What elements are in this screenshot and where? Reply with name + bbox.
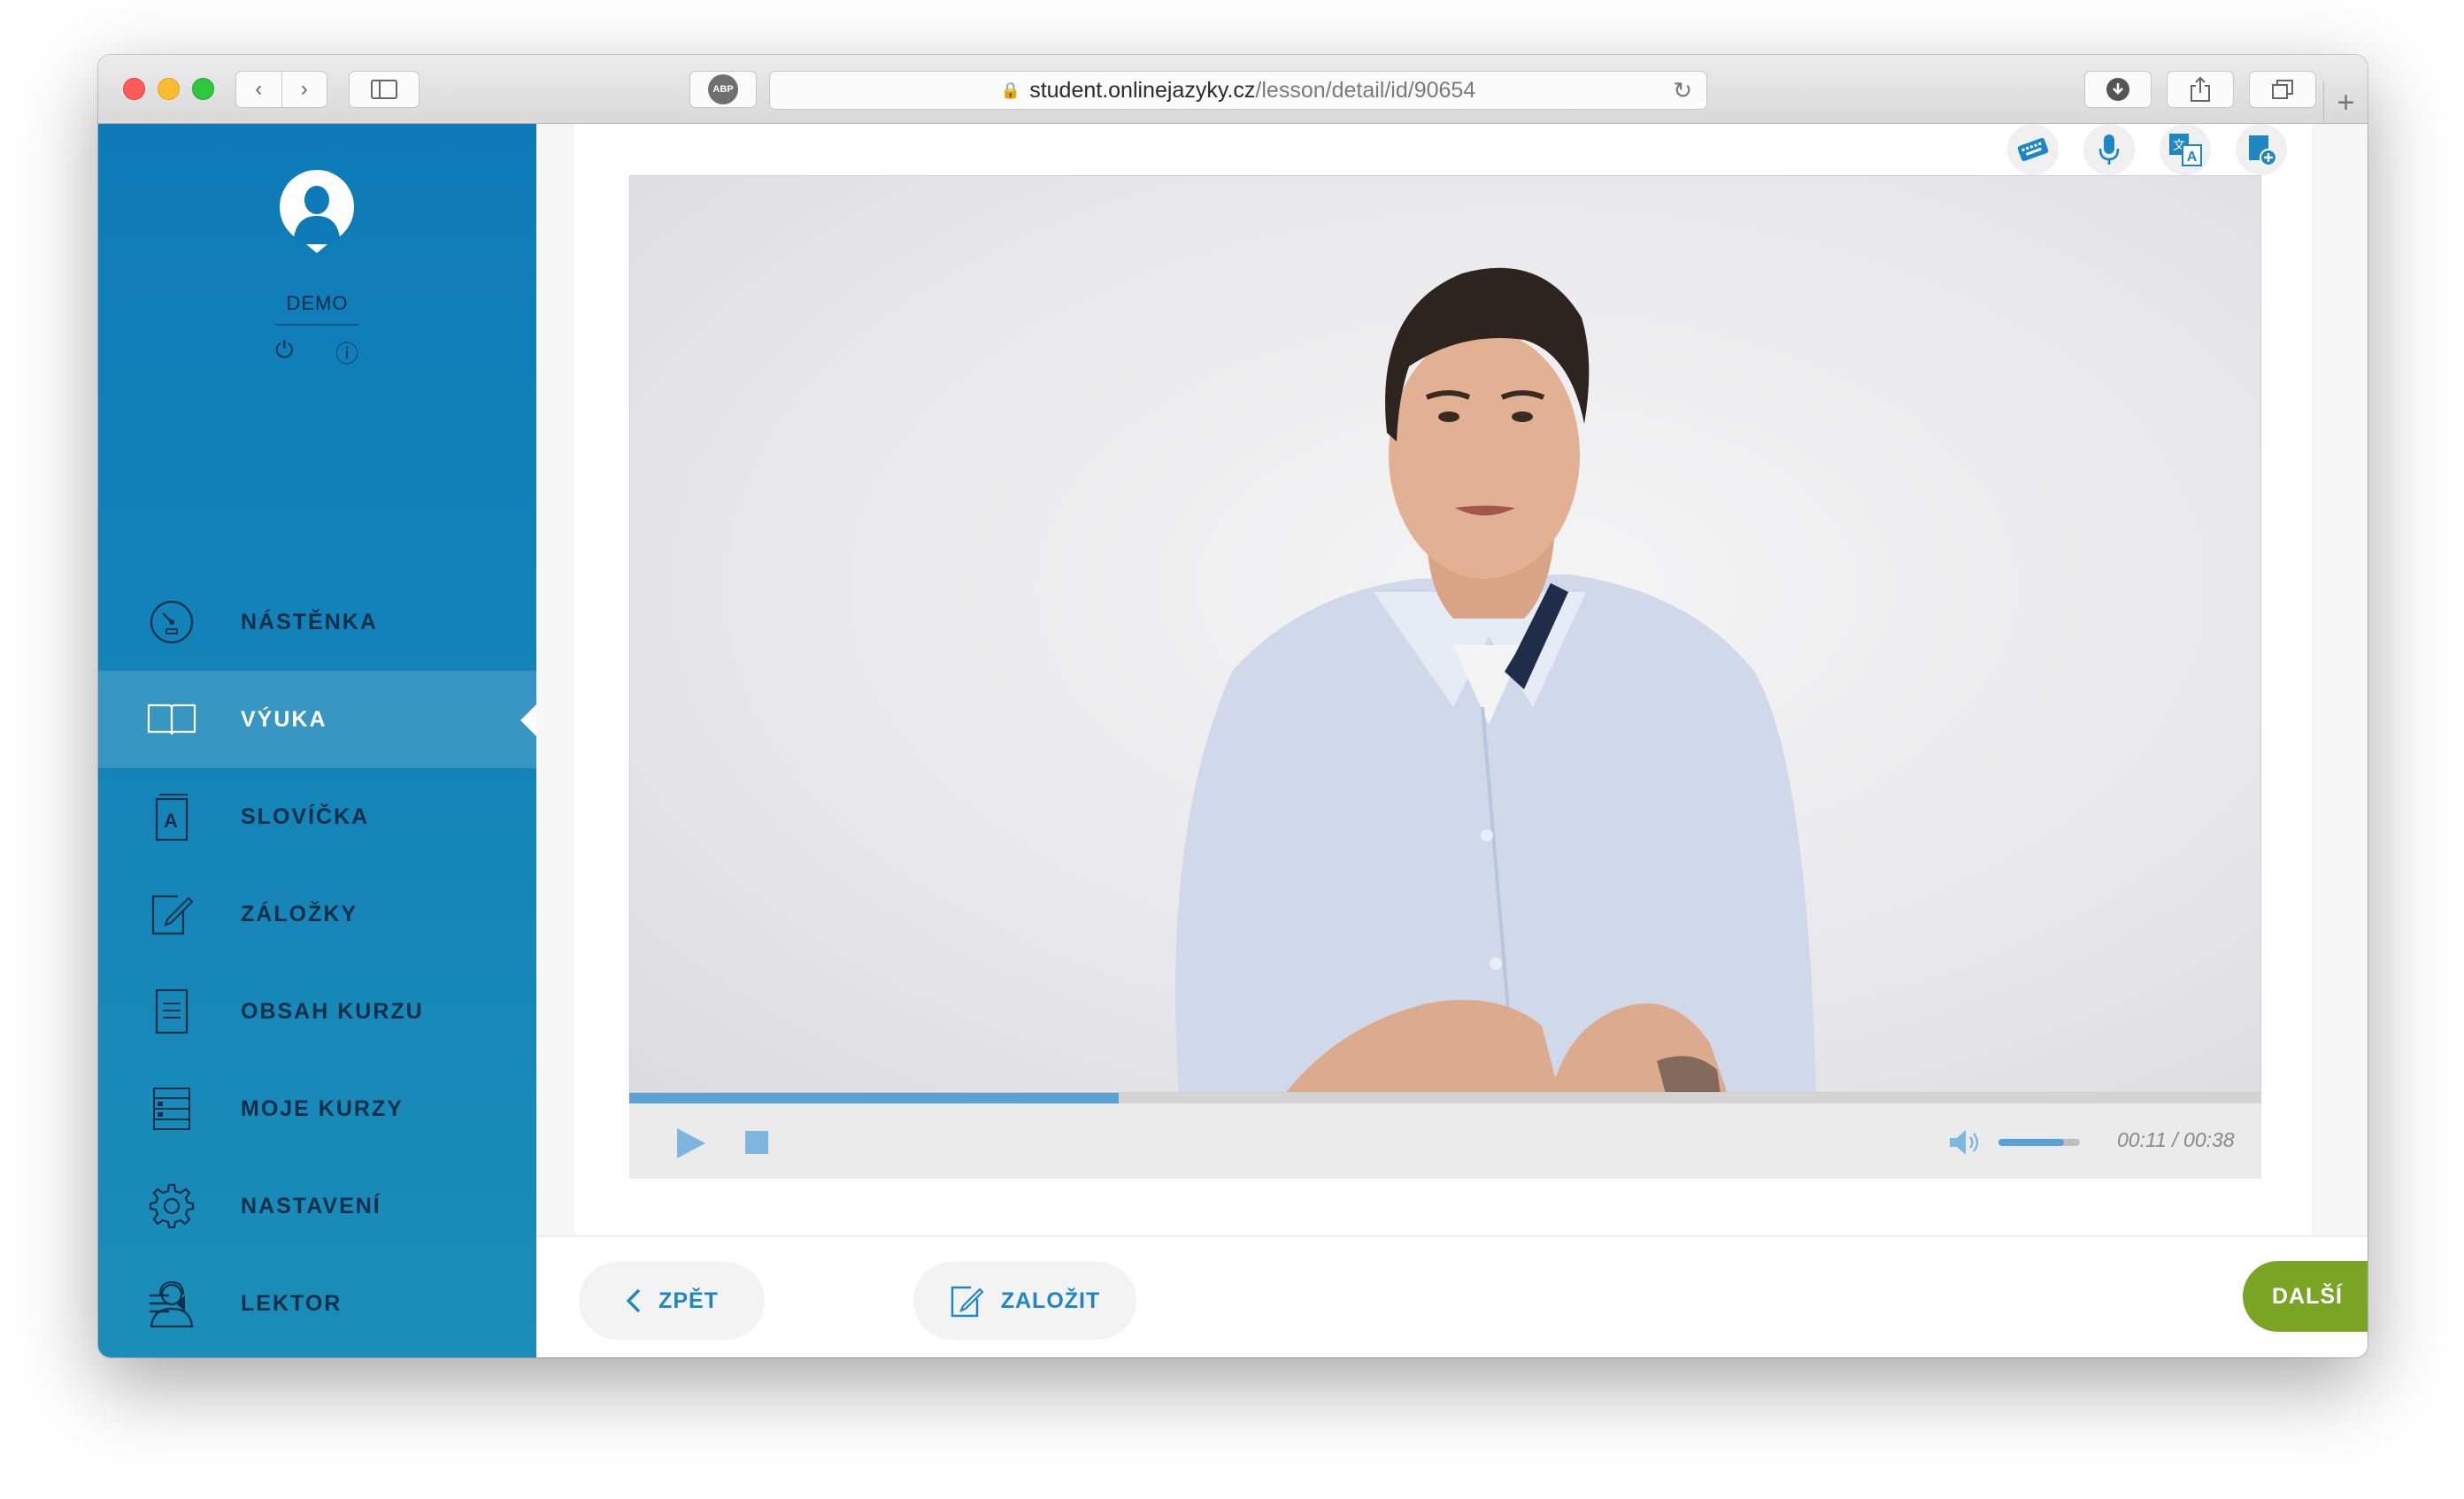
nav-item-slovicka[interactable]: A SLOVÍČKA [98, 768, 536, 865]
video-frame[interactable] [629, 175, 2261, 1093]
video-progress-fill [629, 1093, 1120, 1103]
browser-window: ‹ › ABP 🔒 student.onlinejazyky.cz/lesson… [98, 55, 2368, 1357]
adblock-button[interactable]: ABP [689, 71, 757, 108]
bookmark-button-label: ZALOŽIT [1000, 1288, 1101, 1313]
nav-item-label: NÁSTĚNKA [241, 609, 378, 634]
volume-level [1998, 1139, 2064, 1146]
share-button[interactable] [2167, 71, 2234, 108]
adblock-icon: ABP [708, 74, 738, 104]
volume-icon[interactable] [1948, 1128, 1983, 1157]
downloads-button[interactable] [2084, 71, 2152, 108]
keyboard-tool-button[interactable] [2007, 124, 2059, 175]
active-caret-icon [520, 704, 536, 736]
lesson-tools: 文A [1995, 124, 2299, 175]
url-path: /lesson/detail/id/90654 [1255, 77, 1476, 103]
bookmark-edit-icon [146, 888, 197, 940]
lesson-action-bar: ZPĚT ZALOŽIT DALŠÍ [536, 1235, 2368, 1357]
dashboard-gauge-icon [146, 596, 197, 648]
nav-item-obsah-kurzu[interactable]: OBSAH KURZU [98, 963, 536, 1060]
add-note-tool-button[interactable] [2236, 124, 2287, 175]
show-tabs-button[interactable] [2249, 71, 2316, 108]
stop-icon[interactable] [745, 1131, 768, 1154]
presenter-video-frame [1175, 267, 1816, 1092]
reload-icon[interactable]: ↻ [1673, 77, 1692, 104]
nav-item-moje-kurzy[interactable]: MOJE KURZY [98, 1060, 536, 1157]
window-minimize-button[interactable] [158, 78, 180, 100]
sidebar-icon [371, 80, 397, 99]
collapse-sidebar-icon[interactable] [148, 1292, 189, 1315]
window-zoom-button[interactable] [192, 78, 214, 100]
time-readout: 00:11 / 00:38 [2117, 1128, 2235, 1152]
main-content: 文A 00:11 / 00:38 ZPĚT ZALOŽIT DALŠÍ [536, 124, 2368, 1357]
play-icon[interactable] [675, 1126, 707, 1160]
translate-tool-button[interactable]: 文A [2160, 124, 2211, 175]
app-sidebar: DEMO ⏻ ⓘ NÁSTĚNKA VÝUKA A SLOVÍČKA ZÁLOŽ… [98, 124, 536, 1357]
forward-arrow-icon[interactable]: › [282, 77, 327, 102]
nav-item-zalozky[interactable]: ZÁLOŽKY [98, 865, 536, 963]
nav-item-nastaveni[interactable]: NASTAVENÍ [98, 1157, 536, 1255]
next-button-label: DALŠÍ [2272, 1283, 2343, 1309]
main-navigation: NÁSTĚNKA VÝUKA A SLOVÍČKA ZÁLOŽKY OBSAH … [98, 573, 536, 1352]
video-progress-bar[interactable] [629, 1093, 2261, 1103]
document-list-icon [146, 986, 197, 1037]
logout-power-icon[interactable]: ⏻ [275, 336, 294, 369]
svg-text:A: A [2187, 150, 2198, 165]
video-player[interactable]: 00:11 / 00:38 [629, 175, 2261, 1179]
current-time: 00:11 [2117, 1128, 2167, 1151]
back-button[interactable]: ZPĚT [579, 1262, 765, 1340]
translate-icon: 文A [2169, 134, 2202, 166]
share-icon [2191, 76, 2210, 102]
nav-item-vyuka[interactable]: VÝUKA [98, 671, 536, 768]
next-button[interactable]: DALŠÍ [2243, 1261, 2368, 1332]
url-host: student.onlinejazyky.cz [1029, 77, 1256, 103]
volume-slider[interactable] [1998, 1139, 2080, 1146]
nav-item-label: VÝUKA [241, 706, 327, 732]
video-controls: 00:11 / 00:38 [629, 1103, 2261, 1179]
course-list-icon [146, 1083, 197, 1134]
svg-text:A: A [164, 810, 180, 832]
lock-icon: 🔒 [1000, 81, 1021, 99]
back-arrow-icon[interactable]: ‹ [236, 77, 281, 102]
bookmark-button[interactable]: ZALOŽIT [913, 1262, 1136, 1340]
microphone-icon [2098, 135, 2120, 165]
new-tab-button[interactable]: + [2323, 81, 2368, 124]
time-separator: / [2172, 1128, 2178, 1151]
keyboard-icon [2017, 137, 2049, 162]
nav-item-label: OBSAH KURZU [241, 998, 424, 1024]
gear-icon [146, 1180, 197, 1232]
sidebar-toggle-button[interactable] [349, 71, 420, 108]
window-close-button[interactable] [123, 78, 145, 100]
microphone-tool-button[interactable] [2083, 124, 2135, 175]
user-name-underline [275, 324, 358, 326]
history-nav-group: ‹ › [235, 71, 327, 108]
user-avatar-icon[interactable] [280, 170, 354, 253]
open-book-icon [146, 694, 197, 745]
chevron-left-icon [626, 1288, 641, 1313]
browser-titlebar: ‹ › ABP 🔒 student.onlinejazyky.cz/lesson… [98, 55, 2368, 124]
nav-item-label: MOJE KURZY [241, 1095, 404, 1121]
nav-item-label: ZÁLOŽKY [241, 901, 358, 926]
nav-item-label: SLOVÍČKA [241, 803, 370, 829]
download-icon [2106, 78, 2129, 101]
nav-item-label: LEKTOR [241, 1290, 343, 1316]
nav-item-label: NASTAVENÍ [241, 1193, 381, 1218]
edit-note-icon [951, 1286, 984, 1318]
duration: 00:38 [2183, 1128, 2235, 1151]
user-name[interactable]: DEMO [98, 292, 536, 315]
vocabulary-card-icon: A [146, 791, 197, 842]
address-bar[interactable]: 🔒 student.onlinejazyky.cz/lesson/detail/… [769, 71, 1707, 110]
user-actions: ⏻ ⓘ [275, 336, 358, 369]
help-question-icon[interactable]: ⓘ [335, 336, 358, 369]
tabs-overview-icon [2272, 80, 2293, 99]
lesson-panel: 文A 00:11 / 00:38 [574, 124, 2312, 1235]
nav-item-nastenka[interactable]: NÁSTĚNKA [98, 573, 536, 671]
back-button-label: ZPĚT [658, 1288, 719, 1313]
add-document-icon [2249, 135, 2277, 166]
